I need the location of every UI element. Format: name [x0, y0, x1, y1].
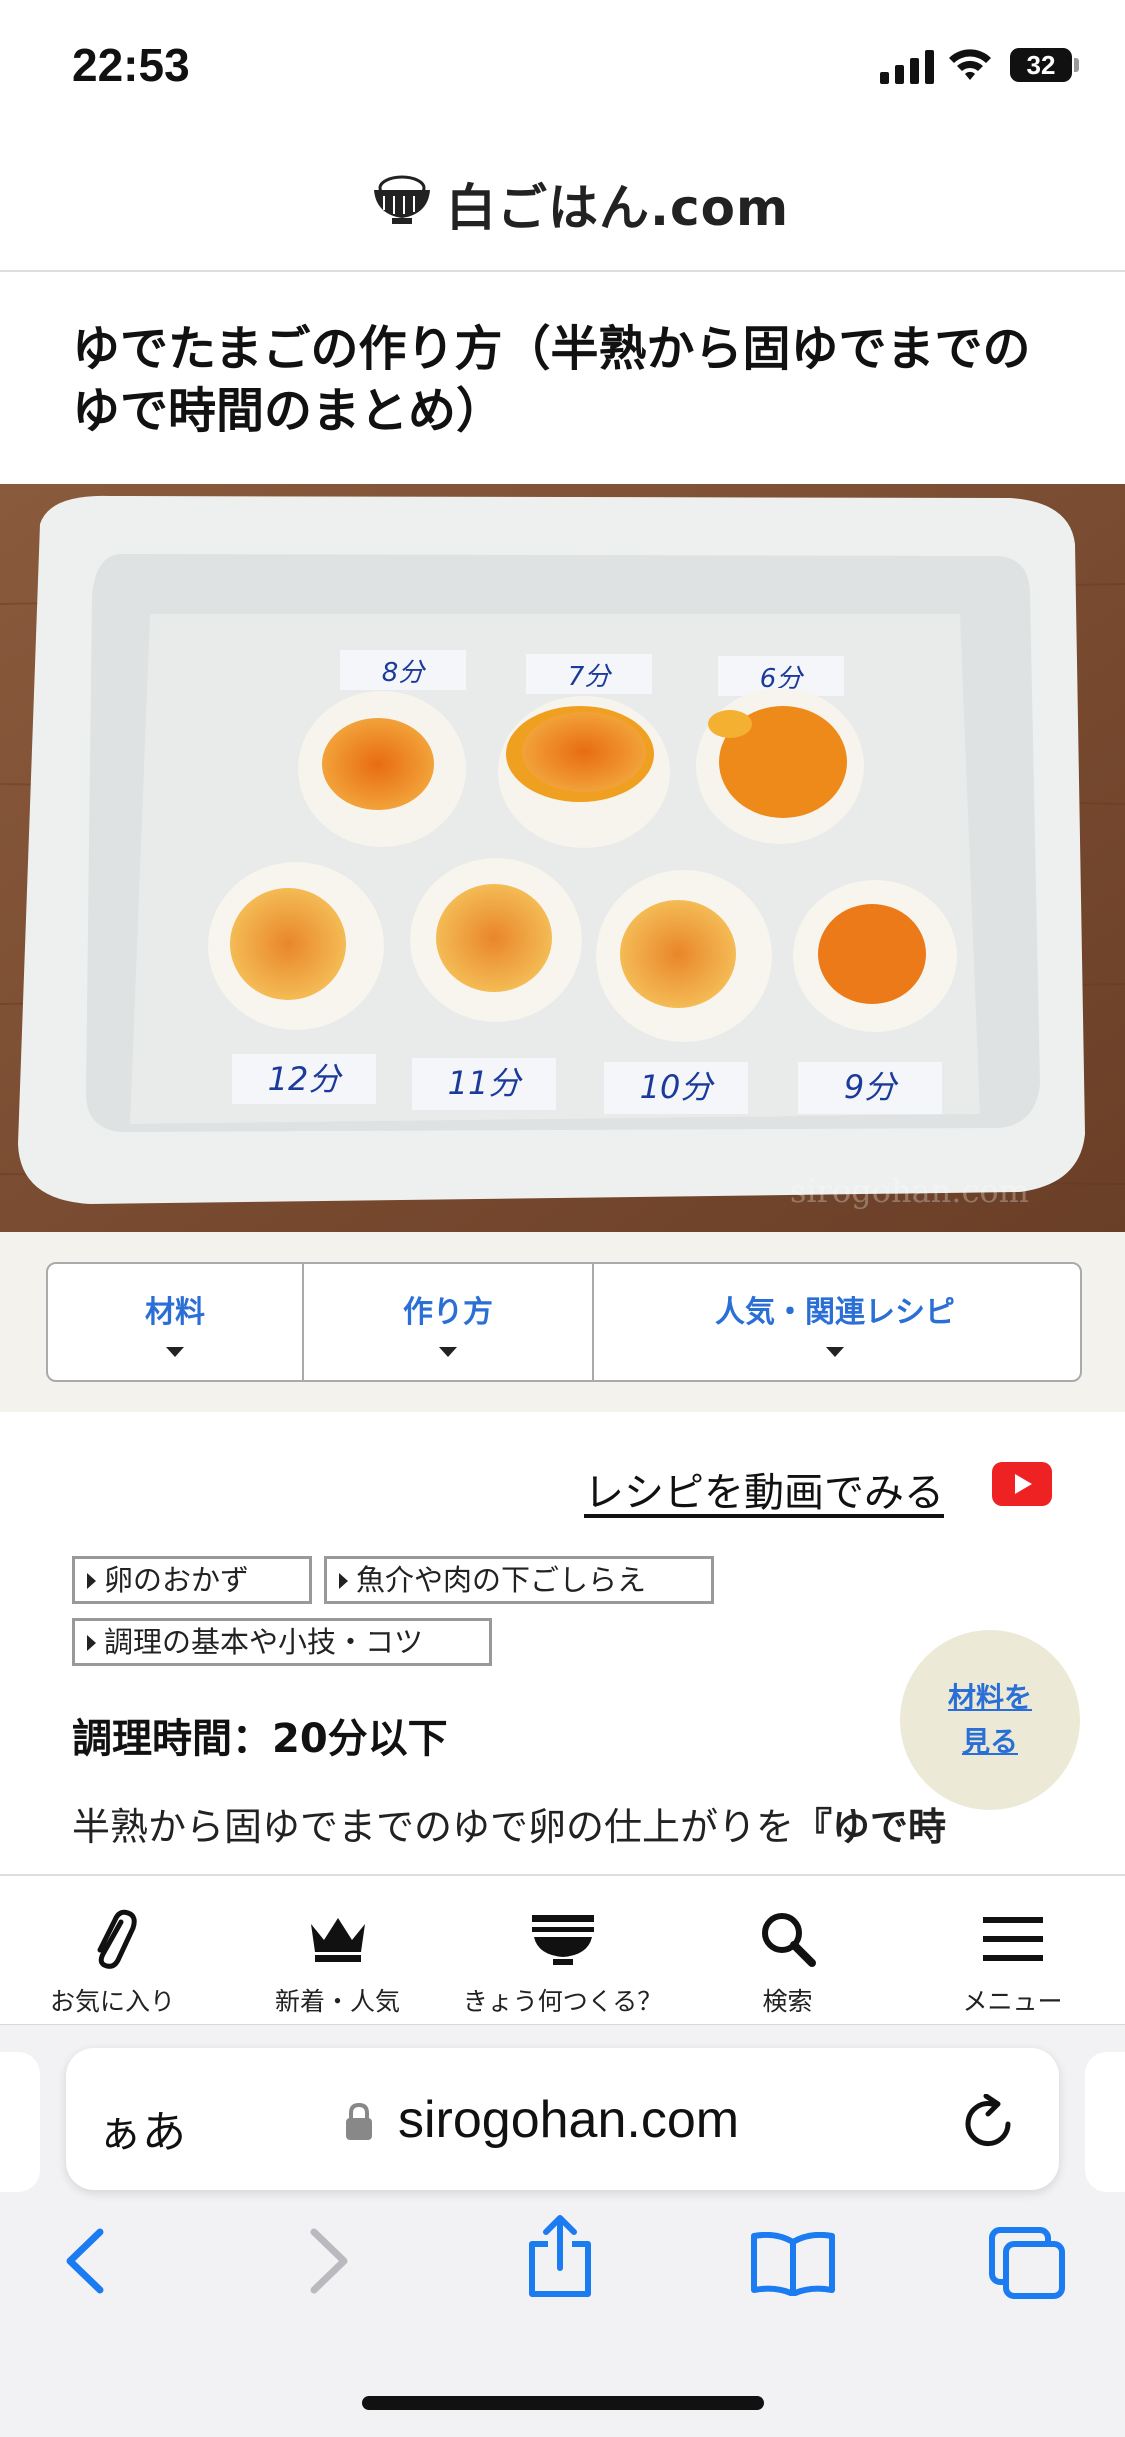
youtube-icon[interactable]: [992, 1462, 1052, 1506]
page-title: ゆでたまごの作り方（半熟から固ゆでまでのゆで時間のまとめ）: [72, 321, 1031, 439]
tag-cooking-basics[interactable]: 調理の基本や小技・コツ: [72, 1618, 492, 1666]
description-emphasis: 『ゆで時: [794, 1805, 947, 1849]
see-ingredients-line1: 材料を: [947, 1681, 1032, 1714]
menu-icon: [982, 1917, 1043, 1961]
tag-seafood-meat-prep[interactable]: 魚介や肉の下ごしらえ: [324, 1556, 714, 1604]
tabs-icon[interactable]: [988, 2226, 1068, 2302]
status-bar: 22:53 32: [0, 0, 1125, 130]
site-logo-text[interactable]: 白ごはん.com: [446, 168, 789, 240]
battery-tip: [1074, 58, 1079, 72]
toolbar-new-popular-label: 新着・人気: [274, 1987, 400, 2016]
tab-related-recipes-label: 人気・関連レシピ: [715, 1295, 955, 1330]
text-size-button[interactable]: ぁあ: [98, 2096, 186, 2160]
share-icon[interactable]: [524, 2214, 596, 2298]
battery-icon: 32: [1010, 48, 1072, 82]
crown-icon: [310, 1918, 365, 1962]
forward-icon[interactable]: [302, 2226, 354, 2296]
toolbar-what-to-cook-label: きょう何つくる？: [462, 1987, 663, 2016]
tab-related-recipes[interactable]: 人気・関連レシピ: [594, 1264, 1076, 1380]
search-icon: [761, 1913, 816, 1967]
caret-down-icon: [166, 1347, 184, 1357]
toolbar-search-label: 検索: [762, 1987, 813, 2016]
toolbar-menu[interactable]: メニュー: [900, 1874, 1125, 2024]
paperclip-icon: [97, 1909, 137, 1969]
triangle-right-icon: [339, 1573, 348, 1589]
tab-ingredients[interactable]: 材料: [48, 1264, 304, 1380]
battery-level: 32: [1026, 50, 1056, 80]
recipe-description: 半熟から固ゆでまでのゆで卵の仕上がりを『ゆで時: [72, 1800, 1062, 1875]
home-indicator[interactable]: [362, 2396, 764, 2410]
tag-label: 魚介や肉の下ごしらえ: [356, 1563, 647, 1597]
url-text[interactable]: sirogohan.com: [398, 2090, 739, 2150]
egg-label-12min: 12分: [268, 1060, 344, 1098]
boiled-eggs-photo: 8分 7分 6分 12分 11分 10分 9分: [0, 484, 1125, 1232]
toolbar-search[interactable]: 検索: [675, 1874, 900, 2024]
toolbar-menu-label: メニュー: [962, 1987, 1063, 2016]
cellular-signal-icon: [880, 50, 934, 84]
reload-icon[interactable]: [962, 2094, 1016, 2150]
see-ingredients-line2: 見る: [961, 1725, 1018, 1758]
egg-label-8min: 8分: [382, 658, 427, 688]
recipe-tabs: 材料 作り方 人気・関連レシピ: [46, 1262, 1082, 1382]
tag-egg-dishes[interactable]: 卵のおかず: [72, 1556, 312, 1604]
description-text: 半熟から固ゆでまでのゆで卵の仕上がりを: [72, 1805, 795, 1849]
photo-watermark: sirogohan.com: [790, 1172, 1029, 1210]
rice-bowl-icon: [531, 1915, 594, 1965]
lock-icon: [346, 2102, 372, 2140]
caret-down-icon: [826, 1347, 844, 1357]
tab-instructions[interactable]: 作り方: [304, 1264, 594, 1380]
see-ingredients-button[interactable]: 材料を 見る: [900, 1630, 1080, 1810]
egg-label-10min: 10分: [640, 1068, 716, 1106]
toolbar-favorites[interactable]: お気に入り: [0, 1874, 225, 2024]
toolbar-favorites-label: お気に入り: [49, 1987, 175, 2016]
wifi-icon: [949, 49, 991, 80]
recipe-photo: 8分 7分 6分 12分 11分 10分 9分 sirogohan.com: [0, 484, 1125, 1232]
rice-bowl-logo-icon[interactable]: [370, 168, 434, 226]
tag-label: 卵のおかず: [104, 1563, 250, 1597]
triangle-right-icon: [87, 1573, 96, 1589]
egg-label-9min: 9分: [844, 1068, 899, 1106]
status-time: 22:53: [72, 39, 190, 91]
tab-instructions-label: 作り方: [403, 1295, 493, 1330]
triangle-right-icon: [87, 1635, 96, 1651]
egg-label-7min: 7分: [568, 662, 613, 692]
bookmarks-icon[interactable]: [750, 2232, 836, 2296]
cook-time: 調理時間：20分以下: [72, 1716, 448, 1762]
tab-ingredients-label: 材料: [145, 1295, 205, 1330]
toolbar-what-to-cook[interactable]: きょう何つくる？: [450, 1874, 675, 2024]
watch-video-link[interactable]: レシピを動画でみる: [584, 1460, 944, 1518]
caret-down-icon: [439, 1347, 457, 1357]
egg-label-11min: 11分: [448, 1064, 524, 1102]
back-icon[interactable]: [60, 2226, 112, 2296]
toolbar-new-popular[interactable]: 新着・人気: [225, 1874, 450, 2024]
previous-tab-preview[interactable]: [0, 2052, 40, 2192]
tag-label: 調理の基本や小技・コツ: [104, 1625, 424, 1659]
next-tab-preview[interactable]: [1085, 2052, 1125, 2192]
